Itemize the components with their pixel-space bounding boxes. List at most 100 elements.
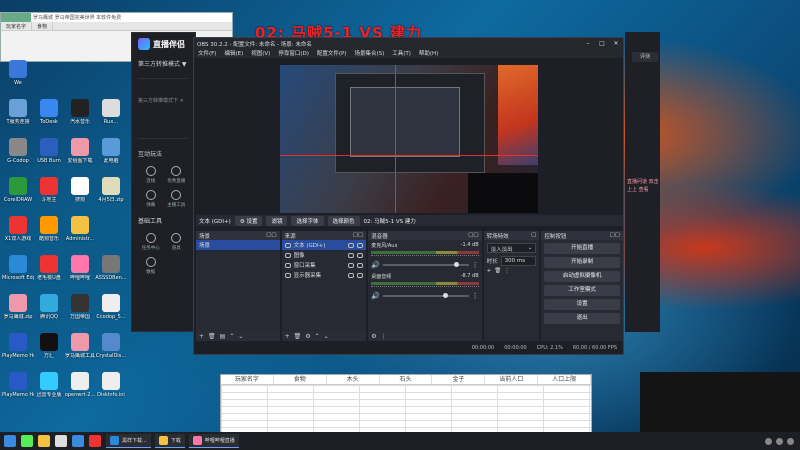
desktop-icon[interactable]: CorelDRAW xyxy=(2,177,34,203)
interact-item[interactable]: 连线 xyxy=(140,166,162,184)
menu-view[interactable]: 视图(V) xyxy=(251,49,270,58)
notification-icon[interactable] xyxy=(787,437,794,445)
volume-slider[interactable] xyxy=(382,262,469,267)
desktop-icon[interactable]: Microsoft Edge xyxy=(2,255,34,281)
move-up-icon[interactable]: ⌃ xyxy=(229,333,234,340)
desktop-icon[interactable]: ToDesk xyxy=(33,99,65,125)
desktop-icon[interactable]: 汽水音乐 xyxy=(64,99,96,125)
desktop-icon[interactable]: ASSSDBen... xyxy=(95,255,127,281)
obs-window[interactable]: OBS 30.2.2 - 配置文件: 未命名 - 场景: 未命名 – □ ✕ 文… xyxy=(193,37,624,355)
mixer-settings-icon[interactable]: ⚙ xyxy=(371,333,376,340)
sheet-column-header[interactable]: 玩家名字 xyxy=(221,375,274,384)
move-down-icon[interactable]: ⌄ xyxy=(238,333,243,340)
sheet-grid[interactable] xyxy=(221,385,591,433)
menu-file[interactable]: 文件(F) xyxy=(198,49,216,58)
visibility-icon[interactable] xyxy=(348,242,355,248)
desktop-icon[interactable]: Ccodop_5... xyxy=(95,294,127,320)
add-icon[interactable]: + xyxy=(285,333,290,340)
desktop-icon[interactable]: 搜狗 xyxy=(64,177,96,203)
desktop-icon[interactable]: 斗地主 xyxy=(33,177,65,203)
source-filters-button[interactable]: 滤镜 xyxy=(266,215,288,226)
desktop-icon[interactable]: T服务连接 xyxy=(2,99,34,125)
select-color-button[interactable]: 选择颜色 xyxy=(327,215,360,226)
taskbar-app[interactable]: 下载 xyxy=(154,434,185,448)
add-icon[interactable]: + xyxy=(199,333,204,340)
visibility-icon[interactable] xyxy=(348,262,355,268)
studio-mode-button[interactable]: 工作室模式 xyxy=(544,285,620,296)
menu-scene-collection[interactable]: 场景集合(S) xyxy=(354,49,384,58)
desktop-icon[interactable]: 哔哩哔哩 xyxy=(64,255,96,281)
interact-item[interactable]: 优秀直播 xyxy=(166,166,188,184)
move-down-icon[interactable]: ⌄ xyxy=(324,333,329,340)
folder-icon[interactable] xyxy=(38,435,50,447)
desktop-icon[interactable]: CrystalDis... xyxy=(95,333,127,359)
notepad-icon[interactable] xyxy=(55,435,67,447)
menu-profile[interactable]: 配置文件(P) xyxy=(317,49,347,58)
dock-undock-icon[interactable]: ▢▢ xyxy=(353,232,363,239)
menu-help[interactable]: 帮助(H) xyxy=(419,49,438,58)
exit-button[interactable]: 退出 xyxy=(544,313,620,324)
visibility-icon[interactable] xyxy=(348,272,355,278)
transition-select[interactable]: 淡入淡出 ⌄ xyxy=(486,243,537,253)
taskbar-pin-icon[interactable] xyxy=(21,435,33,447)
maximize-icon[interactable]: □ xyxy=(595,40,609,47)
lock-icon[interactable] xyxy=(357,262,364,268)
remove-icon[interactable]: 🗑 xyxy=(294,333,302,340)
speaker-icon[interactable]: 🔊 xyxy=(371,292,380,300)
track-menu-icon[interactable]: ⋮ xyxy=(472,292,479,300)
settings-button[interactable]: 设置 xyxy=(544,299,620,310)
remove-icon[interactable]: 🗑 xyxy=(494,268,501,274)
taskbar-app[interactable]: 哔哩哔哩直播 xyxy=(188,434,239,448)
sheet-column-header[interactable]: 当前人口 xyxy=(485,375,539,384)
start-recording-button[interactable]: 开始录制 xyxy=(544,257,620,268)
desktop-icon[interactable]: G-Codop xyxy=(2,138,34,164)
source-text-value[interactable]: 02: 马贼5-1 VS 建力 xyxy=(364,217,416,225)
interact-item[interactable]: 主播工具 xyxy=(166,190,188,208)
edge-icon[interactable] xyxy=(72,435,84,447)
source-settings-button[interactable]: ⚙ 设置 xyxy=(234,215,263,226)
start-icon[interactable] xyxy=(4,435,16,447)
desktop-icon[interactable]: USB Burn xyxy=(33,138,65,164)
source-item[interactable]: 窗口采集 xyxy=(282,260,367,270)
review-button[interactable]: 评测 xyxy=(632,52,658,62)
gear-icon[interactable]: ⚙ xyxy=(305,333,310,340)
desktop-icon[interactable]: Administr... xyxy=(64,216,96,242)
dock-undock-icon[interactable]: ▢ xyxy=(531,232,536,239)
desktop-icon[interactable]: 腾讯QQ xyxy=(33,294,65,320)
speaker-icon[interactable]: 🔊 xyxy=(371,261,380,269)
tool-item[interactable]: 数据 xyxy=(140,257,162,275)
desktop-icon[interactable]: DiskInfo.ini xyxy=(95,372,127,398)
remove-icon[interactable]: 🗑 xyxy=(208,333,216,340)
desktop-icon[interactable]: 酷狗音乐 xyxy=(33,216,65,242)
scene-item[interactable]: 场景 xyxy=(196,240,280,250)
minimize-icon[interactable]: – xyxy=(581,40,595,47)
source-item[interactable]: 图像 xyxy=(282,250,367,260)
desktop-icon[interactable]: 此电脑 xyxy=(95,138,127,164)
desktop-icon[interactable]: X1双人游戏 xyxy=(2,216,34,242)
tool-item[interactable]: 任务中心 xyxy=(140,233,162,251)
dock-undock-icon[interactable]: ▢▢ xyxy=(610,232,620,239)
sheet-column-header[interactable]: 人口上限 xyxy=(538,375,592,384)
sheet-column-header[interactable]: 木头 xyxy=(327,375,380,384)
desktop-icon[interactable]: PlayMemo Home xyxy=(2,372,34,398)
track-menu-icon[interactable]: ⋮ xyxy=(472,261,479,269)
sheet-column-header[interactable]: 食物 xyxy=(274,375,327,384)
menu-docks[interactable]: 停靠窗口(D) xyxy=(278,49,309,58)
companion-app[interactable]: 直播伴侣 第三方转推模式 ▼ 第三方转推模式下 ✕ 互动玩法 连线 优秀直播 弹… xyxy=(131,32,196,332)
lock-icon[interactable] xyxy=(357,242,364,248)
desktop-icon[interactable]: We xyxy=(2,60,34,86)
desktop-icon[interactable]: 迅雷专业版 xyxy=(33,372,65,398)
select-font-button[interactable]: 选择字体 xyxy=(291,215,324,226)
desktop-icon[interactable]: 罗马鹰城工具 xyxy=(64,333,96,359)
transition-menu-icon[interactable]: ⋮ xyxy=(504,268,510,274)
virtual-camera-button[interactable]: 启动虚拟摄像机 xyxy=(544,271,620,282)
desktop-icon[interactable]: 万国帝国 xyxy=(64,294,96,320)
dock-undock-icon[interactable]: ▢▢ xyxy=(468,232,478,239)
close-icon[interactable]: ✕ xyxy=(609,40,623,47)
menu-tools[interactable]: 工具(T) xyxy=(392,49,411,58)
preview-canvas[interactable] xyxy=(280,65,538,213)
desktop-icon[interactable]: Rux... xyxy=(95,99,127,125)
resource-spreadsheet[interactable]: 玩家名字 食物 木头 石头 金子 当前人口 人口上限 xyxy=(220,374,592,434)
duration-input[interactable]: 300 ms xyxy=(500,256,537,266)
desktop-icon[interactable]: PlayMemo Home xyxy=(2,333,34,359)
